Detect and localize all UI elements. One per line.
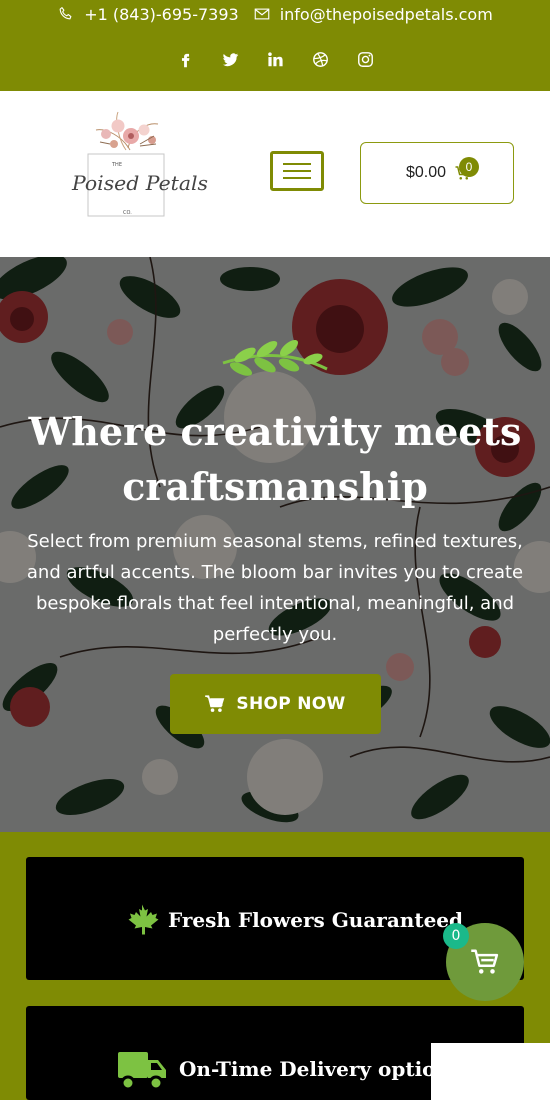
top-bar: +1 (843)-695-7393 info@thepoisedpetals.c… [0,0,550,91]
cart-total: $0.00 [406,164,447,181]
phone-number: +1 (843)-695-7393 [84,4,239,24]
shop-now-button[interactable]: SHOP NOW [170,674,381,734]
hero-title: Where creativity meets craftsmanship [28,409,522,509]
social-links [0,50,550,68]
dribbble-icon [312,51,328,67]
logo-name: Poised Petals [71,171,208,195]
maple-leaf-icon [128,904,159,935]
menu-line-icon [283,177,311,179]
email-link[interactable]: info@thepoisedpetals.com [253,5,493,24]
logo-the: THE [111,162,122,168]
facebook-link[interactable] [176,50,194,68]
menu-line-icon [283,170,311,172]
phone-icon [59,7,72,20]
header-cart-button[interactable]: $0.00 0 [360,142,514,204]
linkedin-link[interactable] [266,50,284,68]
cart-count-badge: 0 [459,157,479,177]
instagram-link[interactable] [356,50,374,68]
logo-co: CO. [123,210,132,216]
email-address: info@thepoisedpetals.com [279,4,493,24]
facebook-icon [181,53,189,67]
phone-link[interactable]: +1 (843)-695-7393 [57,5,239,24]
floating-cart-count-badge: 0 [443,923,469,949]
leaf-sprig-icon [222,339,328,376]
feature-label-fresh: Fresh Flowers Guaranteed [168,908,463,932]
corner-overlay [431,1043,550,1100]
shop-now-label: SHOP NOW [236,694,346,714]
envelope-icon [254,8,269,20]
linkedin-icon [267,51,283,66]
twitter-icon [222,52,238,66]
instagram-icon [357,51,373,67]
contact-row: +1 (843)-695-7393 info@thepoisedpetals.c… [0,0,550,28]
site-logo[interactable]: THE Poised Petals CO. [70,108,210,223]
hamburger-menu-button[interactable] [270,151,324,191]
cart-icon [471,949,499,974]
shopping-cart-icon [205,695,225,712]
delivery-truck-icon [118,1052,166,1091]
feature-label-delivery: On-Time Delivery option [179,1057,451,1081]
hero-description: Select from premium seasonal stems, refi… [26,531,524,645]
twitter-link[interactable] [221,50,239,68]
menu-line-icon [283,163,311,165]
logo-graphic: THE Poised Petals CO. [71,111,208,217]
dribbble-link[interactable] [311,50,329,68]
